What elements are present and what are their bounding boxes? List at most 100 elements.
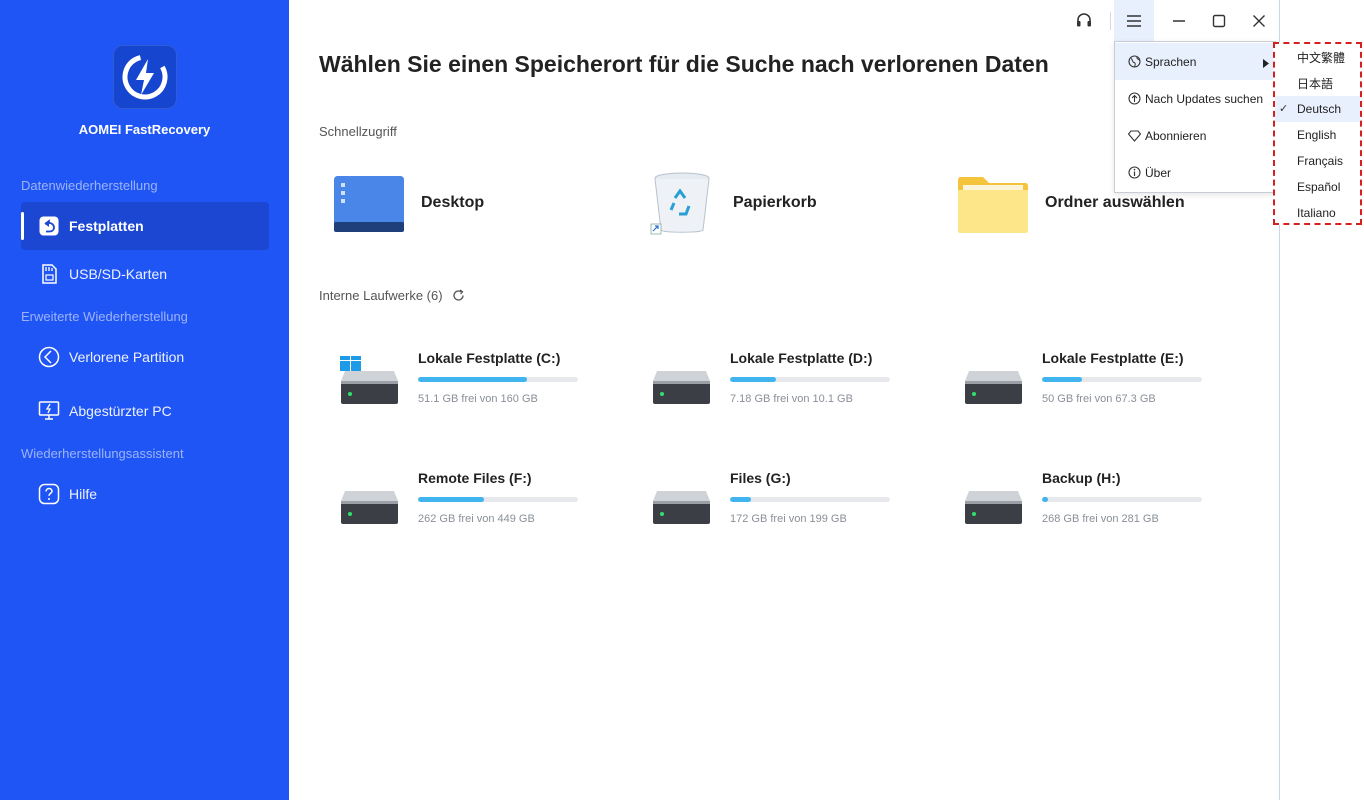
language-option-es[interactable]: Español xyxy=(1275,174,1360,200)
language-label: 中文繁體 xyxy=(1297,50,1346,65)
info-icon xyxy=(1127,166,1141,180)
language-option-zh-tw[interactable]: 中文繁體 xyxy=(1275,44,1360,70)
globe-icon xyxy=(1127,55,1141,69)
drive-name: Files (G:) xyxy=(730,470,791,486)
language-option-en[interactable]: English xyxy=(1275,122,1360,148)
sidebar-item-label: Abgestürzter PC xyxy=(69,403,172,419)
language-label: 日本語 xyxy=(1297,76,1334,91)
brand-name: AOMEI FastRecovery xyxy=(78,122,211,137)
drive-f[interactable]: Remote Files (F:) 262 GB frei von 449 GB xyxy=(320,458,600,538)
sd-card-icon xyxy=(38,263,60,285)
sidebar-item-festplatten[interactable]: Festplatten xyxy=(21,202,269,250)
app-logo xyxy=(113,45,177,109)
minimize-button[interactable] xyxy=(1160,0,1198,42)
drive-size: 51.1 GB frei von 160 GB xyxy=(418,393,538,405)
quick-access-label: Schnellzugriff xyxy=(319,124,397,139)
language-label: Español xyxy=(1297,180,1341,194)
section-title-advanced-recovery: Erweiterte Wiederherstellung xyxy=(21,309,188,324)
drive-d[interactable]: Lokale Festplatte (D:) 7.18 GB frei von … xyxy=(632,338,912,418)
drive-usage-bar xyxy=(730,377,890,382)
refresh-icon[interactable] xyxy=(452,289,465,302)
recycle-bin-icon xyxy=(650,172,710,235)
drive-restore-icon xyxy=(38,215,60,237)
menu-item-label: Sprachen xyxy=(1145,54,1197,69)
drive-size: 268 GB frei von 281 GB xyxy=(1042,513,1159,525)
language-option-de[interactable]: ✓ Deutsch xyxy=(1275,96,1360,122)
menu-item-label: Über xyxy=(1145,165,1172,180)
menu-item-label: Nach Updates suchen xyxy=(1145,91,1264,106)
menu-item-languages[interactable]: Sprachen xyxy=(1115,43,1275,80)
menu-item-label: Abonnieren xyxy=(1145,128,1207,143)
quick-item-recycle-bin[interactable]: Papierkorb xyxy=(649,168,817,238)
drive-h[interactable]: Backup (H:) 268 GB frei von 281 GB xyxy=(944,458,1224,538)
minimize-icon xyxy=(1173,20,1185,22)
language-option-it[interactable]: Italiano xyxy=(1275,200,1360,226)
desktop-icon xyxy=(334,176,404,232)
menu-item-check-updates[interactable]: Nach Updates suchen xyxy=(1115,80,1275,117)
title-divider xyxy=(1110,12,1111,30)
hard-drive-icon xyxy=(341,491,398,524)
language-option-fr[interactable]: Français xyxy=(1275,148,1360,174)
drive-g[interactable]: Files (G:) 172 GB frei von 199 GB xyxy=(632,458,912,538)
drive-name: Lokale Festplatte (D:) xyxy=(730,350,873,366)
sidebar: AOMEI FastRecovery Datenwiederherstellun… xyxy=(0,0,289,800)
sidebar-item-label: Verlorene Partition xyxy=(69,349,185,365)
drive-size: 7.18 GB frei von 10.1 GB xyxy=(730,393,853,405)
drive-size: 172 GB frei von 199 GB xyxy=(730,513,847,525)
quick-item-label: Papierkorb xyxy=(733,194,817,211)
drive-size: 50 GB frei von 67.3 GB xyxy=(1042,393,1156,405)
language-option-ja[interactable]: 日本語 xyxy=(1275,70,1360,96)
sidebar-item-help[interactable]: Hilfe xyxy=(21,470,269,518)
main-menu-dropdown: Sprachen Nach Updates suchen Abonnieren … xyxy=(1114,41,1276,193)
sidebar-item-label: Hilfe xyxy=(69,486,98,502)
sidebar-item-label: Festplatten xyxy=(69,218,144,234)
support-button[interactable] xyxy=(1065,0,1103,42)
drive-name: Lokale Festplatte (E:) xyxy=(1042,350,1184,366)
sidebar-item-crashed-pc[interactable]: Abgestürzter PC xyxy=(21,387,269,435)
language-label: Français xyxy=(1297,154,1344,168)
quick-item-label: Desktop xyxy=(421,194,485,211)
lightning-icon xyxy=(122,54,168,100)
language-submenu: 中文繁體 日本語 ✓ Deutsch English Français Espa… xyxy=(1273,42,1362,225)
checkmark-icon: ✓ xyxy=(1279,103,1289,115)
drive-usage-bar xyxy=(418,377,578,382)
hard-drive-icon xyxy=(653,371,710,404)
drive-usage-bar xyxy=(1042,377,1202,382)
internal-drives-header: Interne Laufwerke (6) xyxy=(319,288,465,303)
section-title-data-recovery: Datenwiederherstellung xyxy=(21,178,158,193)
sidebar-item-usb-sd[interactable]: USB/SD-Karten xyxy=(21,250,269,298)
internal-drives-label: Interne Laufwerke (6) xyxy=(319,288,443,303)
drive-name: Remote Files (F:) xyxy=(418,470,532,486)
partition-icon xyxy=(38,346,60,368)
hard-drive-icon xyxy=(340,356,398,404)
language-label: English xyxy=(1297,128,1337,142)
menu-item-subscribe[interactable]: Abonnieren xyxy=(1115,117,1275,154)
close-icon xyxy=(1253,15,1265,27)
sidebar-item-label: USB/SD-Karten xyxy=(69,266,168,282)
section-title-recovery-assistant: Wiederherstellungsassistent xyxy=(21,446,184,461)
close-button[interactable] xyxy=(1240,0,1278,42)
drive-e[interactable]: Lokale Festplatte (E:) 50 GB frei von 67… xyxy=(944,338,1224,418)
menu-button[interactable] xyxy=(1114,0,1154,42)
quick-item-desktop[interactable]: Desktop xyxy=(333,168,484,238)
update-icon xyxy=(1127,92,1141,106)
drive-usage-bar xyxy=(418,497,578,502)
diamond-icon xyxy=(1127,129,1141,143)
hard-drive-icon xyxy=(653,491,710,524)
drive-c[interactable]: Lokale Festplatte (C:) 51.1 GB frei von … xyxy=(320,338,600,418)
hard-drive-icon xyxy=(965,371,1022,404)
quick-item-label: Ordner auswählen xyxy=(1045,194,1185,211)
windows-logo-icon xyxy=(340,356,361,371)
submenu-arrow-icon xyxy=(1263,57,1269,71)
maximize-button[interactable] xyxy=(1200,0,1238,42)
language-label: Italiano xyxy=(1297,206,1336,220)
headset-icon xyxy=(1077,13,1091,27)
help-icon xyxy=(38,483,60,505)
menu-item-about[interactable]: Über xyxy=(1115,154,1275,191)
drive-size: 262 GB frei von 449 GB xyxy=(418,513,535,525)
drive-name: Backup (H:) xyxy=(1042,470,1121,486)
sidebar-item-lost-partition[interactable]: Verlorene Partition xyxy=(21,333,269,381)
crashed-pc-icon xyxy=(38,400,60,422)
drive-usage-bar xyxy=(730,497,890,502)
drive-name: Lokale Festplatte (C:) xyxy=(418,350,561,366)
